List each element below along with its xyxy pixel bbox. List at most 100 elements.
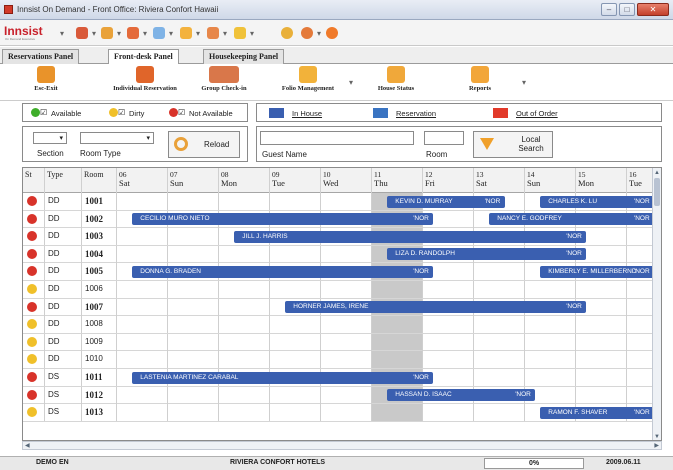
booking-bar[interactable]: CHARLES K. LU 'NOR bbox=[540, 195, 654, 208]
refresh-icon[interactable] bbox=[326, 27, 338, 39]
room-number-cell[interactable]: 1004 bbox=[82, 245, 117, 263]
day-cell[interactable] bbox=[219, 386, 270, 404]
dropdown-arrow-icon[interactable]: ▾ bbox=[522, 78, 526, 87]
day-cell[interactable] bbox=[168, 386, 219, 404]
dropdown-arrow-icon[interactable]: ▾ bbox=[143, 29, 147, 38]
room-number-cell[interactable]: 1009 bbox=[82, 333, 117, 351]
booking-bar[interactable]: HORNER JAMES, IRENE 'NOR bbox=[285, 301, 587, 314]
day-cell[interactable] bbox=[117, 245, 168, 263]
day-cell[interactable] bbox=[321, 351, 372, 369]
room-number-cell[interactable]: 1012 bbox=[82, 386, 117, 404]
group-check-in-button[interactable]: Group Check-in bbox=[194, 66, 254, 92]
day-cell[interactable] bbox=[219, 333, 270, 351]
vertical-scrollbar[interactable]: ▲ ▼ bbox=[652, 168, 661, 440]
day-cell[interactable] bbox=[372, 281, 423, 298]
folio-management-button[interactable]: Folio Management bbox=[272, 66, 344, 92]
day-cell[interactable] bbox=[168, 316, 219, 334]
day-cell[interactable] bbox=[168, 404, 219, 422]
close-button[interactable]: ✕ bbox=[637, 3, 669, 16]
day-cell[interactable] bbox=[270, 281, 321, 298]
dropdown-arrow-icon[interactable]: ▾ bbox=[223, 29, 227, 38]
tab-housekeeping-panel[interactable]: Housekeeping Panel bbox=[203, 49, 285, 64]
day-cell[interactable] bbox=[270, 193, 321, 210]
settings-icon[interactable] bbox=[234, 27, 246, 39]
lock-icon[interactable] bbox=[281, 27, 293, 39]
day-cell[interactable] bbox=[219, 351, 270, 369]
day-cell[interactable] bbox=[168, 333, 219, 351]
day-cell[interactable] bbox=[219, 281, 270, 298]
reload-button[interactable]: Reload bbox=[168, 131, 240, 158]
day-cell[interactable] bbox=[117, 193, 168, 210]
not-available-checkbox[interactable]: ☑ bbox=[178, 108, 185, 117]
day-cell[interactable] bbox=[423, 351, 474, 369]
table-row[interactable]: DD 1008 bbox=[23, 316, 661, 334]
day-cell[interactable] bbox=[168, 298, 219, 316]
day-cell[interactable] bbox=[423, 281, 474, 298]
room-number-cell[interactable]: 1003 bbox=[82, 228, 117, 246]
local-search-button[interactable]: Local Search bbox=[473, 131, 553, 158]
minimize-button[interactable]: – bbox=[601, 3, 617, 16]
dropdown-arrow-icon[interactable]: ▾ bbox=[92, 29, 96, 38]
day-cell[interactable] bbox=[168, 351, 219, 369]
day-cell[interactable] bbox=[117, 333, 168, 351]
day-cell[interactable] bbox=[372, 404, 423, 422]
day-cell[interactable] bbox=[525, 369, 576, 386]
room-number-cell[interactable]: 1006 bbox=[82, 281, 117, 298]
day-cell[interactable] bbox=[576, 386, 627, 404]
day-cell[interactable] bbox=[525, 281, 576, 298]
booking-bar[interactable]: CECILIO MURO NIETO 'NOR bbox=[132, 213, 434, 226]
booking-bar[interactable]: RAMON F. SHAVER 'NOR bbox=[540, 406, 654, 419]
booking-bar[interactable]: KEVIN D. MURRAY 'NOR bbox=[387, 195, 505, 208]
day-cell[interactable] bbox=[525, 351, 576, 369]
day-cell[interactable] bbox=[372, 351, 423, 369]
day-cell[interactable] bbox=[270, 386, 321, 404]
table-row[interactable]: DS 1012 bbox=[23, 386, 661, 405]
day-cell[interactable] bbox=[321, 333, 372, 351]
room-number-cell[interactable]: 1002 bbox=[82, 210, 117, 228]
day-cell[interactable] bbox=[270, 351, 321, 369]
dirty-checkbox[interactable]: ☑ bbox=[118, 108, 125, 117]
dropdown-arrow-icon[interactable]: ▾ bbox=[117, 29, 121, 38]
day-cell[interactable] bbox=[270, 333, 321, 351]
house-icon[interactable] bbox=[207, 27, 219, 39]
day-cell[interactable] bbox=[117, 351, 168, 369]
dropdown-arrow-icon[interactable]: ▾ bbox=[60, 29, 64, 38]
table-row[interactable]: DD 1009 bbox=[23, 333, 661, 352]
scroll-right-icon[interactable]: ▶ bbox=[654, 442, 659, 449]
day-cell[interactable] bbox=[474, 281, 525, 298]
reports-button[interactable]: Reports bbox=[462, 66, 498, 92]
booking-bar[interactable]: HASSAN D. ISAAC 'NOR bbox=[387, 389, 536, 402]
horizontal-scrollbar[interactable]: ◀ ▶ bbox=[22, 441, 662, 450]
day-cell[interactable] bbox=[321, 193, 372, 210]
day-cell[interactable] bbox=[219, 316, 270, 334]
booking-bar[interactable]: DONNA G. BRADEN 'NOR bbox=[132, 265, 434, 278]
day-cell[interactable] bbox=[117, 298, 168, 316]
room-number-cell[interactable]: 1008 bbox=[82, 316, 117, 334]
day-cell[interactable] bbox=[474, 351, 525, 369]
day-cell[interactable] bbox=[474, 404, 525, 422]
day-cell[interactable] bbox=[423, 404, 474, 422]
booking-bar[interactable]: LASTENIA MARTINEZ CARABAL 'NOR bbox=[132, 371, 434, 384]
room-number-cell[interactable]: 1010 bbox=[82, 351, 117, 369]
room-number-cell[interactable]: 1005 bbox=[82, 263, 117, 281]
coin-icon[interactable] bbox=[180, 27, 192, 39]
scroll-down-icon[interactable]: ▼ bbox=[654, 434, 660, 440]
day-cell[interactable] bbox=[117, 386, 168, 404]
day-cell[interactable] bbox=[270, 404, 321, 422]
day-cell[interactable] bbox=[423, 316, 474, 334]
guest-icon[interactable] bbox=[101, 27, 113, 39]
day-cell[interactable] bbox=[321, 404, 372, 422]
dropdown-arrow-icon[interactable]: ▾ bbox=[196, 29, 200, 38]
room-number-cell[interactable]: 1001 bbox=[82, 193, 117, 210]
day-cell[interactable] bbox=[117, 404, 168, 422]
guest-name-input[interactable] bbox=[260, 131, 414, 145]
room-type-select[interactable]: ▾ bbox=[80, 132, 154, 144]
day-cell[interactable] bbox=[474, 333, 525, 351]
day-cell[interactable] bbox=[321, 316, 372, 334]
individual-reservation-button[interactable]: Individual Reservation bbox=[101, 66, 189, 92]
booking-bar[interactable]: KIMBERLY E. MILLERBERND 'NOR bbox=[540, 265, 654, 278]
maximize-button[interactable]: □ bbox=[619, 3, 635, 16]
section-select[interactable]: ▾ bbox=[33, 132, 67, 144]
room-input[interactable] bbox=[424, 131, 464, 145]
day-cell[interactable] bbox=[372, 333, 423, 351]
